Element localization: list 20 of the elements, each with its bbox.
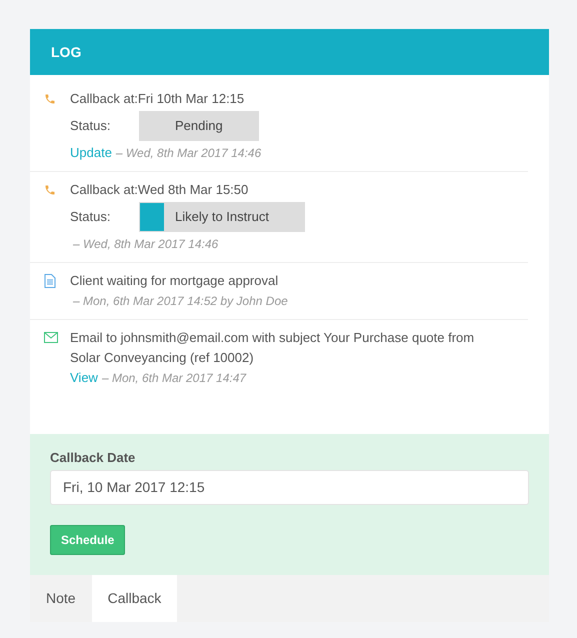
date-field[interactable]: Fri, 10 Mar 2017 12:15 bbox=[50, 470, 529, 504]
status-label: Status: bbox=[70, 117, 112, 135]
status-label: Status: bbox=[70, 208, 112, 226]
entry-meta: – Mon, 6th Mar 2017 14:47 bbox=[102, 370, 246, 387]
phone-icon bbox=[44, 184, 56, 196]
envelope-icon bbox=[44, 332, 58, 343]
entry-meta: – Wed, 8th Mar 2017 14:46 bbox=[72, 236, 218, 253]
entry-meta: – Wed, 8th Mar 2017 14:46 bbox=[116, 145, 262, 162]
entry-text: Callback at:Wed 8th Mar 15:50 bbox=[70, 181, 250, 199]
entry-text: Client waiting for mortgage approval bbox=[70, 272, 280, 290]
status-value: Pending bbox=[175, 117, 223, 135]
tab[interactable]: Callback bbox=[92, 574, 178, 622]
document-icon bbox=[44, 274, 56, 288]
phone-icon bbox=[44, 93, 56, 105]
entry-text: Callback at:Fri 10th Mar 12:15 bbox=[70, 90, 246, 108]
entry-meta: – Mon, 6th Mar 2017 14:52 by John Doe bbox=[72, 293, 288, 310]
field-label: Callback Date bbox=[50, 449, 136, 467]
log-header: LOG bbox=[30, 29, 549, 75]
entry-text: Email to johnsmith@email.com with subject Your Purchase quote from Solar Conveyancing (ref 10002) bbox=[70, 329, 476, 367]
status-value: Likely to Instruct bbox=[175, 208, 269, 226]
